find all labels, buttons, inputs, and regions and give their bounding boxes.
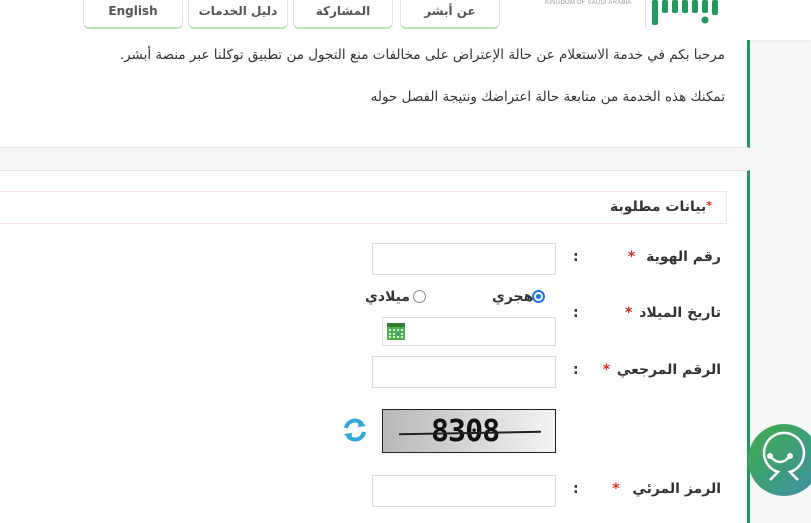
colon: : [573, 481, 579, 497]
hijri-radio[interactable] [532, 290, 545, 303]
refresh-icon[interactable] [342, 417, 368, 443]
logo-divider [645, 0, 646, 28]
visual-code-label-text: الرمز المرئي [632, 481, 721, 497]
chat-assistant-icon [762, 431, 806, 481]
reference-number-label: الرقم المرجعي * [603, 362, 721, 378]
required-star: * [706, 199, 712, 212]
nav-services-guide[interactable]: دليل الخدمات [188, 0, 288, 29]
required-note: *بيانات مطلوبة [610, 199, 712, 215]
required-star: * [602, 362, 611, 378]
required-star: * [627, 249, 636, 265]
hijri-label: هجري [492, 289, 534, 305]
top-header: English دليل الخدمات المشاركة عن أبشر KI… [0, 0, 811, 40]
calendar-icon[interactable] [387, 323, 405, 340]
gregorian-label: ميلادي [365, 289, 411, 305]
reference-number-input[interactable] [372, 356, 556, 388]
help-chat-button[interactable] [748, 424, 811, 496]
intro-line-2: تمكنك هذه الخدمة من متابعة حالة اعتراضك … [370, 89, 725, 105]
birth-date-input[interactable] [382, 317, 556, 346]
required-star: * [612, 481, 620, 497]
query-form: *بيانات مطلوبة رقم الهوية * : هجري ميلاد… [0, 170, 750, 523]
absher-logo-icon[interactable] [652, 0, 724, 28]
nav-english[interactable]: English [83, 0, 183, 29]
gregorian-radio[interactable] [413, 290, 426, 303]
visual-code-input[interactable] [372, 475, 556, 507]
colon: : [573, 249, 579, 265]
reference-number-label-text: الرقم المرجعي [616, 362, 721, 378]
captcha-image: 8308 [382, 409, 556, 453]
required-note-text: بيانات مطلوبة [610, 199, 707, 215]
required-star: * [625, 305, 633, 321]
kingdom-text: KINGDOM OF SAUDI ARABIA [545, 0, 632, 6]
colon: : [573, 305, 579, 321]
birth-date-label: تاريخ الميلاد * [625, 305, 721, 321]
nav-participation[interactable]: المشاركة [293, 0, 393, 29]
intro-line-1: مرحبا بكم في خدمة الاستعلام عن حالة الإع… [119, 47, 725, 63]
id-number-input[interactable] [372, 243, 556, 275]
required-fields-header: *بيانات مطلوبة [0, 191, 727, 224]
intro-panel: مرحبا بكم في خدمة الاستعلام عن حالة الإع… [0, 40, 750, 148]
visual-code-label: الرمز المرئي * [612, 481, 721, 497]
nav-about[interactable]: عن أبشر [400, 0, 500, 29]
colon: : [573, 362, 579, 378]
id-number-label: رقم الهوية * [628, 249, 721, 265]
birth-date-label-text: تاريخ الميلاد [639, 305, 721, 321]
id-number-label-text: رقم الهوية [646, 249, 721, 265]
